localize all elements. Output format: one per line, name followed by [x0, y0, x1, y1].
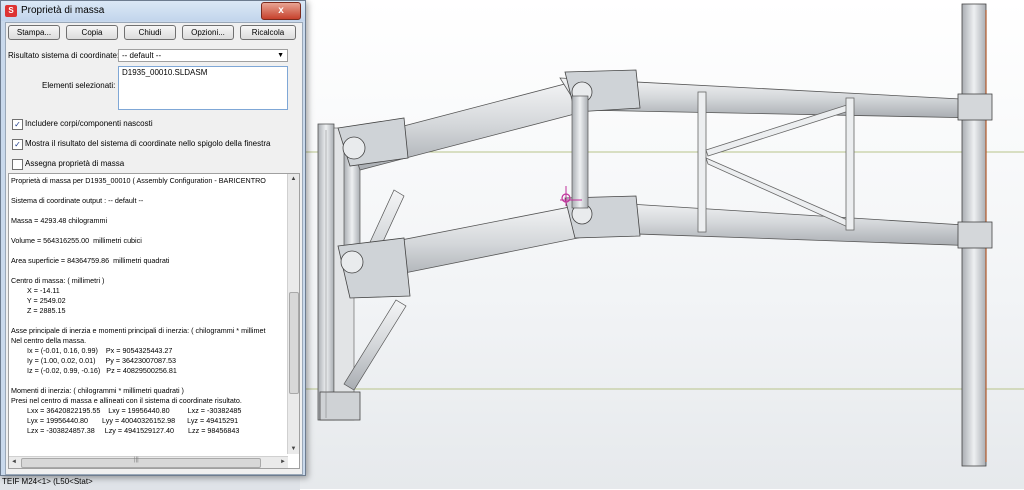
results-line: Centro di massa: ( millimetri ): [11, 276, 105, 285]
horizontal-scrollbar[interactable]: ◄ ||| ►: [9, 456, 288, 468]
results-line: [11, 436, 285, 444]
coord-system-label: Risultato sistema di coordinate:: [8, 51, 120, 60]
results-line: Lyx = 19956440.80 Lyy = 40040326152.98 L…: [11, 416, 239, 425]
results-line: Volume = 564316255.00 millimetri cubici: [11, 236, 142, 245]
horizontal-scroll-thumb[interactable]: |||: [21, 457, 261, 468]
coord-system-value: -- default --: [122, 51, 162, 60]
scroll-grip: |||: [134, 457, 139, 463]
results-line: Iz = (-0.02, 0.99, -0.16) Pz = 408295002…: [11, 366, 177, 375]
results-text: Proprietà di massa per D1935_00010 ( Ass…: [11, 176, 285, 444]
include-hidden-checkbox[interactable]: ✓: [12, 119, 23, 130]
lower-arm: [337, 195, 981, 299]
mass-properties-dialog: S Proprietà di massa x Stampa... Copia C…: [0, 0, 306, 476]
selected-items-list[interactable]: D1935_00010.SLDASM: [118, 66, 288, 110]
scroll-up-icon[interactable]: ▲: [288, 174, 299, 184]
close-icon[interactable]: x: [261, 2, 301, 20]
dialog-titlebar[interactable]: S Proprietà di massa x: [1, 1, 305, 21]
results-line: [11, 266, 285, 276]
coord-system-select[interactable]: -- default -- ▼: [118, 49, 288, 62]
results-line: X = -14.11: [11, 286, 60, 295]
results-line: [11, 206, 285, 216]
dialog-title: Proprietà di massa: [21, 5, 105, 16]
results-line: Iy = (1.00, 0.02, 0.01) Py = 36423007087…: [11, 356, 177, 365]
results-line: [11, 376, 285, 386]
results-line: Y = 2549.02: [11, 296, 66, 305]
results-line: [11, 226, 285, 236]
scroll-left-icon[interactable]: ◄: [9, 457, 19, 468]
show-coord-label[interactable]: Mostra il risultato del sistema di coord…: [25, 139, 270, 148]
close-button[interactable]: Chiudi: [124, 25, 176, 40]
results-line: Presi nel centro di massa e allineati co…: [11, 396, 242, 405]
results-line: Momenti di inerzia: ( chilogrammi * mill…: [11, 386, 184, 395]
recalculate-button[interactable]: Ricalcola: [240, 25, 296, 40]
print-button[interactable]: Stampa...: [8, 25, 60, 40]
assign-mass-label[interactable]: Assegna proprietà di massa: [25, 159, 124, 168]
upper-arm: [337, 69, 981, 171]
dialog-client-area: Stampa... Copia Chiudi Opzioni... Ricalc…: [5, 22, 303, 475]
results-line: Ix = (-0.01, 0.16, 0.99) Px = 9054325443…: [11, 346, 173, 355]
bottom-status-tabs[interactable]: TEIF M24<1> (L50<Stat>: [0, 474, 300, 490]
assign-mass-checkbox[interactable]: [12, 159, 23, 170]
results-line: Lxx = 36420822195.55 Lxy = 19956440.80 L…: [11, 406, 242, 415]
list-item[interactable]: D1935_00010.SLDASM: [122, 68, 284, 77]
results-line: Asse principale di inerzia e momenti pri…: [11, 326, 266, 335]
scroll-right-icon[interactable]: ►: [278, 457, 288, 468]
status-tab-label[interactable]: TEIF M24<1> (L50<Stat>: [2, 477, 93, 486]
results-panel[interactable]: Proprietà di massa per D1935_00010 ( Ass…: [8, 173, 300, 469]
results-line: [11, 316, 285, 326]
results-line: Proprietà di massa per D1935_00010 ( Ass…: [11, 176, 266, 185]
results-line: Lzx = -303824857.38 Lzy = 4941529127.40 …: [11, 426, 240, 435]
include-hidden-label[interactable]: Includere corpi/componenti nascosti: [25, 119, 153, 128]
results-line: [11, 246, 285, 256]
options-button[interactable]: Opzioni...: [182, 25, 234, 40]
vertical-scroll-thumb[interactable]: [289, 292, 299, 394]
results-line: Z = 2885.15: [11, 306, 66, 315]
results-line: Sistema di coordinate output : -- defaul…: [11, 196, 144, 205]
show-coord-checkbox[interactable]: ✓: [12, 139, 23, 150]
center-column: [571, 95, 589, 209]
chevron-down-icon[interactable]: ▼: [277, 50, 284, 61]
copy-button[interactable]: Copia: [66, 25, 118, 40]
solidworks-icon: S: [5, 5, 17, 17]
results-line: [11, 186, 285, 196]
selected-items-label: Elementi selezionati:: [42, 81, 116, 90]
results-line: Nel centro della massa.: [11, 336, 87, 345]
scroll-down-icon[interactable]: ▼: [288, 444, 299, 454]
results-line: Massa = 4293.48 chilogrammi: [11, 216, 108, 225]
vertical-scrollbar[interactable]: ▲ ▼: [287, 174, 299, 454]
right-beam: [957, 3, 993, 467]
results-line: Area superficie = 84364759.86 millimetri…: [11, 256, 170, 265]
